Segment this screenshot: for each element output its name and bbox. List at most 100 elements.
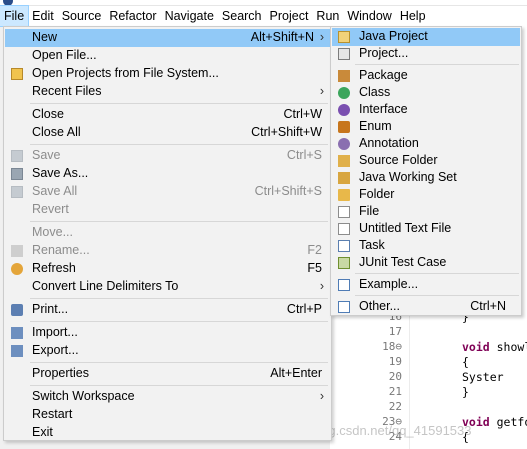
menu-source[interactable]: Source: [58, 6, 106, 26]
menu-item-label: Close: [32, 107, 64, 121]
shortcut: F2: [307, 243, 322, 257]
menu-window[interactable]: Window: [343, 6, 395, 26]
menu-item-label: Save: [32, 148, 61, 162]
menu-edit[interactable]: Edit: [28, 6, 58, 26]
submenu-item-folder[interactable]: Folder: [332, 186, 520, 204]
menu-item-label: Move...: [32, 225, 73, 239]
menu-separator: [30, 385, 328, 386]
menu-separator: [30, 103, 328, 104]
chevron-right-icon: ›: [319, 279, 324, 293]
line-number: 19: [388, 355, 402, 368]
submenu-item-java-project[interactable]: Java Project: [332, 28, 520, 46]
submenu-item-source-folder[interactable]: Source Folder: [332, 152, 520, 170]
code-line: void showl: [462, 340, 527, 354]
source-folder-icon: [338, 155, 350, 167]
chevron-right-icon: ›: [319, 389, 324, 403]
menu-item-restart[interactable]: Restart: [5, 406, 330, 424]
menu-item-open-projects[interactable]: Open Projects from File System...: [5, 65, 330, 83]
menu-refactor[interactable]: Refactor: [105, 6, 160, 26]
line-number: 21: [388, 385, 402, 398]
menu-item-properties[interactable]: Properties Alt+Enter: [5, 365, 330, 383]
menu-item-label: Properties: [32, 366, 89, 380]
print-icon: [11, 304, 23, 316]
menu-item-label: Source Folder: [359, 153, 438, 167]
menu-item-open-file[interactable]: Open File...: [5, 47, 330, 65]
shortcut: Alt+Shift+N: [250, 30, 314, 44]
submenu-item-package[interactable]: Package: [332, 67, 520, 85]
submenu-item-junit-test-case[interactable]: JUnit Test Case: [332, 254, 520, 272]
menu-item-new[interactable]: New Alt+Shift+N ›: [5, 29, 330, 47]
annotation-icon: [338, 138, 350, 150]
menu-item-label: Revert: [32, 202, 69, 216]
menu-item-label: Example...: [359, 277, 419, 291]
shortcut: Alt+Enter: [270, 366, 322, 380]
menu-item-label: Open File...: [32, 48, 97, 62]
menu-item-label: Interface: [359, 102, 408, 116]
project-icon: [338, 48, 350, 60]
menu-item-print[interactable]: Print... Ctrl+P: [5, 301, 330, 319]
menu-project[interactable]: Project: [266, 6, 313, 26]
menu-run[interactable]: Run: [312, 6, 343, 26]
menu-item-label: Recent Files: [32, 84, 102, 98]
submenu-item-other[interactable]: Other... Ctrl+N: [332, 298, 520, 316]
menu-item-recent-files[interactable]: Recent Files ›: [5, 83, 330, 101]
submenu-item-java-working-set[interactable]: Java Working Set: [332, 169, 520, 187]
text-file-icon: [338, 223, 350, 235]
menu-item-export[interactable]: Export...: [5, 342, 330, 360]
submenu-item-annotation[interactable]: Annotation: [332, 135, 520, 153]
submenu-item-untitled-text-file[interactable]: Untitled Text File: [332, 220, 520, 238]
other-icon: [338, 301, 350, 313]
code-line: }: [462, 385, 469, 399]
keyword: void: [462, 340, 490, 354]
menu-item-exit[interactable]: Exit: [5, 424, 330, 442]
folder-icon: [11, 68, 23, 80]
menu-item-move[interactable]: Move...: [5, 224, 330, 242]
submenu-item-task[interactable]: Task: [332, 237, 520, 255]
code-text: getfo: [496, 415, 527, 429]
submenu-item-file[interactable]: File: [332, 203, 520, 221]
submenu-item-example[interactable]: Example...: [332, 276, 520, 294]
menu-item-close[interactable]: Close Ctrl+W: [5, 106, 330, 124]
menu-item-switch-workspace[interactable]: Switch Workspace ›: [5, 388, 330, 406]
submenu-item-project[interactable]: Project...: [332, 45, 520, 63]
submenu-item-interface[interactable]: Interface: [332, 101, 520, 119]
menu-file[interactable]: File: [0, 5, 30, 27]
menu-item-label: Convert Line Delimiters To: [32, 279, 179, 293]
menu-separator: [30, 221, 328, 222]
menu-navigate[interactable]: Navigate: [161, 6, 218, 26]
menu-bar: File Edit Source Refactor Navigate Searc…: [0, 5, 527, 27]
menu-item-revert[interactable]: Revert: [5, 201, 330, 219]
menu-item-label: Enum: [359, 119, 392, 133]
menu-help[interactable]: Help: [396, 6, 430, 26]
menu-item-close-all[interactable]: Close All Ctrl+Shift+W: [5, 124, 330, 142]
submenu-item-enum[interactable]: Enum: [332, 118, 520, 136]
menu-item-label: Other...: [359, 299, 400, 313]
line-number: 22: [388, 400, 402, 413]
line-number: 18⊖: [382, 340, 402, 353]
menu-item-label: Java Project: [359, 29, 428, 43]
shortcut: Ctrl+Shift+W: [251, 125, 322, 139]
submenu-item-class[interactable]: Class: [332, 84, 520, 102]
interface-icon: [338, 104, 350, 116]
file-menu: New Alt+Shift+N › Open File... Open Proj…: [3, 26, 332, 441]
menu-item-label: Project...: [359, 46, 409, 60]
menu-item-import[interactable]: Import...: [5, 324, 330, 342]
menu-item-convert-line-delimiters[interactable]: Convert Line Delimiters To ›: [5, 278, 330, 296]
menu-item-rename[interactable]: Rename... F2: [5, 242, 330, 260]
menu-item-label: JUnit Test Case: [359, 255, 447, 269]
menu-item-save[interactable]: Save Ctrl+S: [5, 147, 330, 165]
menu-item-label: Refresh: [32, 261, 76, 275]
shortcut: Ctrl+W: [283, 107, 322, 121]
code-line: Syster: [462, 370, 504, 384]
menu-item-label: Open Projects from File System...: [32, 66, 219, 80]
menu-item-label: Untitled Text File: [359, 221, 452, 235]
menu-item-refresh[interactable]: Refresh F5: [5, 260, 330, 278]
menu-item-save-as[interactable]: Save As...: [5, 165, 330, 183]
menu-item-save-all[interactable]: Save All Ctrl+Shift+S: [5, 183, 330, 201]
java-project-icon: [338, 31, 350, 43]
menu-search[interactable]: Search: [218, 6, 266, 26]
line-number: 20: [388, 370, 402, 383]
save-all-icon: [11, 186, 23, 198]
rename-icon: [11, 245, 23, 257]
menu-item-label: Package: [359, 68, 408, 82]
